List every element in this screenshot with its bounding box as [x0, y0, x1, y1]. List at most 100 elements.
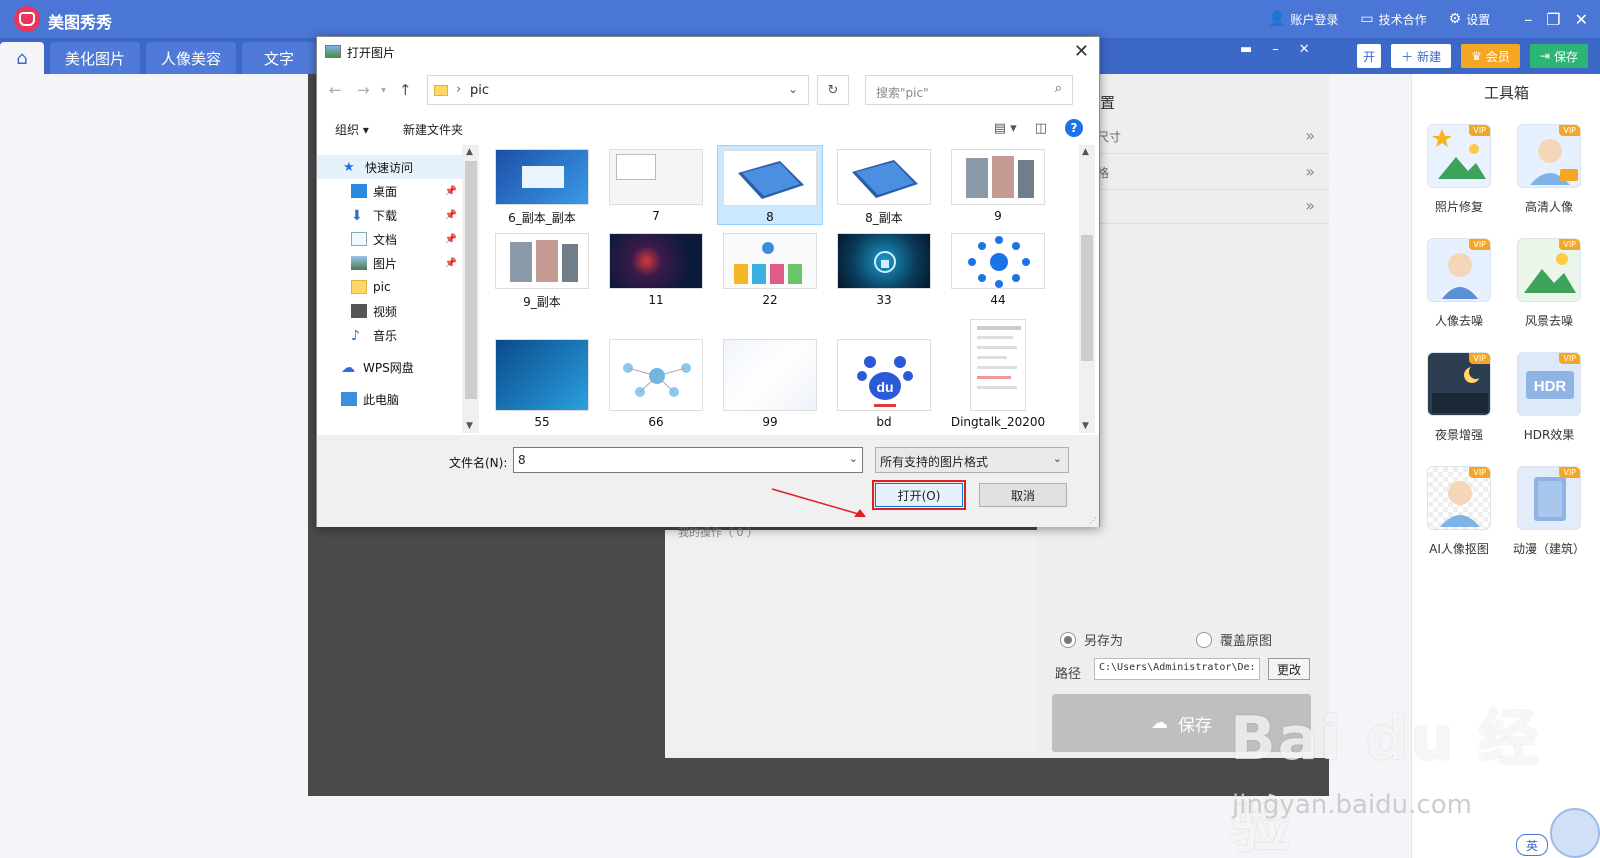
help-icon[interactable]: ? [1065, 119, 1083, 137]
forward-arrow-icon[interactable]: → [357, 81, 370, 99]
close-icon[interactable]: ✕ [1575, 10, 1588, 29]
chevron-up-icon[interactable]: ▲ [1082, 147, 1089, 157]
chevron-down-icon[interactable]: ▼ [466, 421, 473, 431]
home-tab[interactable]: ⌂ [0, 42, 44, 74]
pin-icon[interactable]: 📌 [445, 186, 457, 197]
file-item[interactable]: Dingtalk_20200 [945, 315, 1051, 433]
scrollbar-thumb[interactable] [1081, 235, 1093, 361]
address-row: ← → ▾ ↑ › pic ⌄ ↻ 搜索"pic" ⌕ [317, 75, 1099, 105]
tool-hdr[interactable]: HDR VIP HDR效果 [1506, 352, 1592, 452]
address-bar[interactable]: › pic ⌄ [427, 75, 809, 105]
tool-label: 高清人像 [1524, 200, 1573, 214]
tool-landscape-denoise[interactable]: VIP 风景去噪 [1506, 238, 1592, 338]
file-item[interactable]: 8_副本 [831, 145, 937, 225]
nav-item-music[interactable]: ♪ 音乐 [317, 323, 463, 347]
file-item[interactable]: 22 [717, 229, 823, 309]
file-item[interactable]: 55 [489, 335, 595, 433]
pin-icon[interactable]: 📌 [445, 234, 457, 245]
minimize-icon[interactable]: – [1272, 42, 1279, 57]
chat-icon[interactable]: ▬ [1240, 42, 1252, 57]
tab-beautify[interactable]: 美化图片 [50, 42, 140, 74]
nav-item-quick-access[interactable]: ★ 快速访问 [317, 155, 463, 179]
assistant-avatar[interactable] [1550, 808, 1600, 858]
file-name: 99 [762, 415, 778, 429]
save-as-radio[interactable] [1060, 631, 1076, 648]
restore-icon[interactable]: ❐ [1546, 10, 1560, 29]
overwrite-radio[interactable] [1196, 631, 1212, 648]
scrollbar-thumb[interactable] [465, 161, 477, 399]
nav-item-pic[interactable]: pic [317, 275, 463, 299]
tool-night-enhance[interactable]: VIP 夜景增强 [1416, 352, 1502, 452]
up-arrow-icon[interactable]: ↑ [399, 81, 412, 99]
refresh-button[interactable]: ↻ [817, 75, 849, 105]
file-name: 8 [766, 210, 774, 224]
chevron-up-icon[interactable]: ▲ [466, 147, 473, 157]
preview-pane-icon[interactable]: ◫ [1035, 121, 1047, 136]
nav-item-this-pc[interactable]: 此电脑 [317, 387, 463, 411]
tab-text[interactable]: 文字 [242, 42, 316, 74]
chevron-down-icon[interactable]: ⌄ [788, 82, 798, 96]
file-item[interactable]: 33 [831, 229, 937, 309]
cloud-icon: ☁ [341, 360, 355, 376]
file-item[interactable]: 7 [603, 145, 709, 225]
save-top-button[interactable]: ⇥ 保存 [1529, 44, 1588, 68]
file-item[interactable]: 9_副本 [489, 229, 595, 309]
files-scrollbar[interactable]: ▲ ▼ [1079, 145, 1095, 433]
account-login-link[interactable]: 👤 账户登录 [1268, 11, 1338, 28]
tech-cooperation-link[interactable]: ▭ 技术合作 [1360, 11, 1426, 28]
open-button[interactable]: 开 [1357, 44, 1382, 68]
resize-grip-icon[interactable]: ⋰ [1089, 516, 1097, 525]
nav-item-videos[interactable]: 视频 [317, 299, 463, 323]
tab-portrait[interactable]: 人像美容 [146, 42, 236, 74]
path-input[interactable]: C:\Users\Administrator\De: [1094, 658, 1260, 680]
dialog-titlebar[interactable]: 打开图片 ✕ [317, 37, 1099, 67]
file-item[interactable]: du bd [831, 335, 937, 433]
overwrite-option[interactable]: 覆盖原图 [1196, 630, 1272, 649]
file-thumbnail [609, 233, 703, 289]
tool-ai-cutout[interactable]: VIP AI人像抠图 [1416, 466, 1502, 566]
nav-item-label: 文档 [373, 232, 398, 247]
file-item[interactable]: 9 [945, 145, 1051, 225]
new-folder-button[interactable]: 新建文件夹 [403, 121, 463, 138]
view-options-icon[interactable]: ▤ ▾ [994, 121, 1017, 136]
nav-item-pictures[interactable]: 图片 📌 [317, 251, 463, 275]
ime-indicator[interactable]: 英 [1516, 834, 1548, 856]
search-input[interactable]: 搜索"pic" ⌕ [865, 75, 1073, 105]
new-button[interactable]: ＋新建 [1391, 44, 1452, 68]
close-icon[interactable]: ✕ [1299, 42, 1310, 57]
back-arrow-icon[interactable]: ← [329, 81, 342, 99]
tool-anime-building[interactable]: VIP 动漫（建筑） [1506, 466, 1592, 566]
nav-item-downloads[interactable]: ⬇ 下载 📌 [317, 203, 463, 227]
change-path-button[interactable]: 更改 [1268, 658, 1310, 680]
chevron-down-icon[interactable]: ▼ [1082, 421, 1089, 431]
organize-button[interactable]: 组织 ▾ [335, 121, 369, 138]
save-as-option[interactable]: 另存为 [1060, 630, 1123, 649]
cancel-button[interactable]: 取消 [979, 483, 1067, 507]
vip-button[interactable]: ♛ 会员 [1461, 44, 1520, 68]
nav-scrollbar[interactable]: ▲ ▼ [463, 145, 479, 433]
file-item-selected[interactable]: 8 [717, 145, 823, 225]
close-icon[interactable]: ✕ [1074, 41, 1089, 62]
chevron-down-icon[interactable]: ⌄ [849, 452, 858, 465]
file-item[interactable]: 44 [945, 229, 1051, 309]
pin-icon[interactable]: 📌 [445, 258, 457, 269]
settings-link[interactable]: ⚙ 设置 [1449, 11, 1491, 28]
filename-input[interactable]: 8 ⌄ [513, 447, 863, 473]
tool-portrait-denoise[interactable]: VIP 人像去噪 [1416, 238, 1502, 338]
file-item[interactable]: 66 [603, 335, 709, 433]
filetype-select[interactable]: 所有支持的图片格式 ⌄ [875, 447, 1069, 473]
app-titlebar: 美图秀秀 👤 账户登录 ▭ 技术合作 ⚙ 设置 – ❐ ✕ [0, 0, 1600, 38]
tool-photo-repair[interactable]: VIP 照片修复 [1416, 124, 1502, 224]
minimize-icon[interactable]: – [1524, 10, 1532, 29]
chevron-down-icon[interactable]: ▾ [381, 85, 386, 96]
file-item[interactable]: 99 [717, 335, 823, 433]
file-item[interactable]: 6_副本_副本 [489, 145, 595, 225]
nav-item-documents[interactable]: 文档 📌 [317, 227, 463, 251]
file-item[interactable]: 11 [603, 229, 709, 309]
open-file-button[interactable]: 打开(O) [872, 480, 966, 510]
nav-item-wps-cloud[interactable]: ☁ WPS网盘 [317, 355, 463, 379]
nav-item-desktop[interactable]: 桌面 📌 [317, 179, 463, 203]
tool-hd-portrait[interactable]: VIP 高清人像 [1506, 124, 1592, 224]
cloud-upload-icon: ☁ [1151, 713, 1168, 733]
pin-icon[interactable]: 📌 [445, 210, 457, 221]
